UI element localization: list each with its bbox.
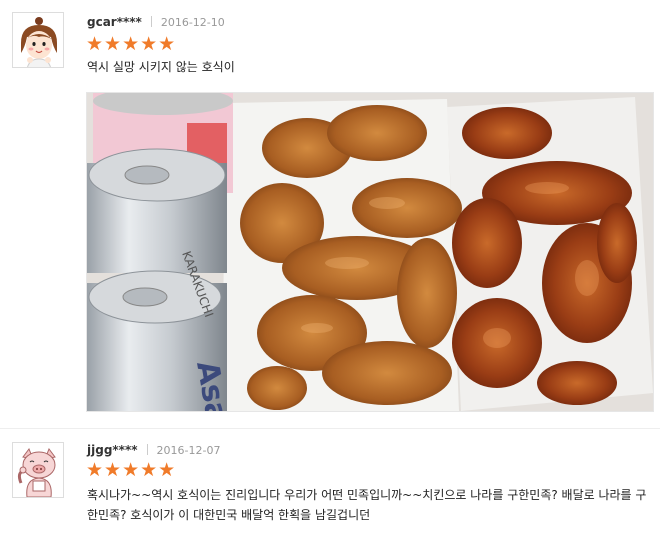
meta-divider	[146, 444, 148, 455]
review-divider	[0, 428, 660, 429]
review-photo[interactable]: KARAKUCHI Asahi	[86, 92, 654, 412]
reviewer-username: jjgg****	[87, 443, 138, 457]
review-date: 2016-12-07	[156, 444, 221, 457]
reviewer-username: gcar****	[87, 15, 142, 29]
star-rating: ★★★★★	[86, 459, 177, 481]
review-text: 혹시나가~~역시 호식이는 진리입니다 우리가 어떤 민족입니까~~치킨으로 나…	[87, 485, 657, 525]
user-avatar-pig-icon	[12, 442, 64, 498]
review-meta: jjgg**** 2016-12-07	[87, 443, 220, 457]
star-rating: ★★★★★	[86, 33, 177, 55]
review-item: jjgg**** 2016-12-07 ★★★★★ 혹시나가~~역시 호식이는 진…	[0, 430, 660, 533]
user-avatar-girl-icon	[12, 12, 64, 68]
review-meta: gcar**** 2016-12-10	[87, 15, 225, 29]
review-date: 2016-12-10	[160, 16, 225, 29]
review-text-line: 혹시나가~~역시 호식이는 진리입니다 우리가 어떤 민족입니까~~치킨으로 나…	[87, 488, 647, 502]
chicken-and-beer-photo: KARAKUCHI Asahi	[87, 93, 653, 411]
review-text-line: 한민족? 호식이가 이 대한민국 배달억 한획을 남길겁니던	[87, 508, 371, 522]
review-text: 역시 실망 시키지 않는 호식이	[87, 60, 235, 74]
review-item: gcar**** 2016-12-10 ★★★★★ 역시 실망 시키지 않는 호식…	[0, 0, 660, 430]
meta-divider	[150, 16, 152, 27]
